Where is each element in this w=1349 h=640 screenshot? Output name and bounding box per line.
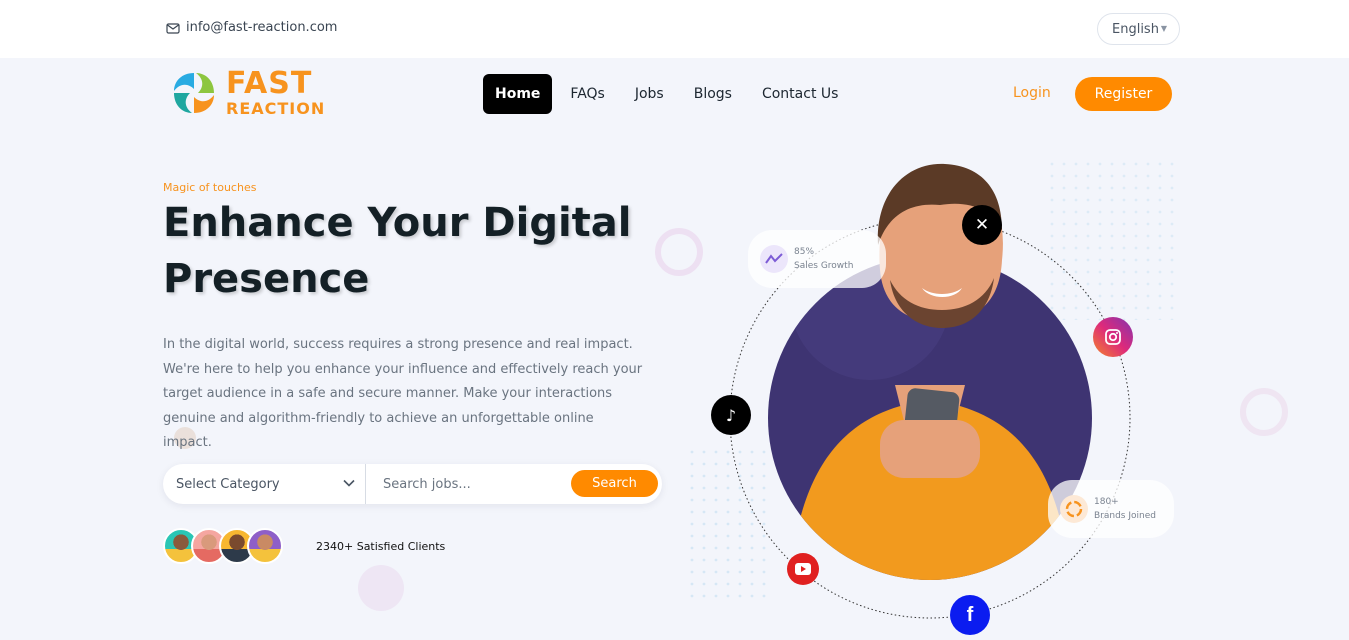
search-button[interactable]: Search	[571, 470, 658, 497]
hero-description: In the digital world, success requires a…	[163, 337, 643, 450]
language-select[interactable]: English ▼	[1097, 13, 1180, 45]
decorative-dot	[358, 565, 404, 611]
instagram-glyph	[1105, 329, 1121, 345]
nav-item-blogs[interactable]: Blogs	[682, 74, 744, 114]
decorative-ring	[1240, 388, 1288, 436]
client-avatars	[163, 528, 283, 564]
mail-icon	[166, 22, 180, 34]
language-label: English	[1112, 21, 1159, 37]
chevron-down-icon	[343, 479, 355, 487]
clients-count: 2340+ Satisfied Clients	[316, 539, 446, 553]
nav-item-home[interactable]: Home	[483, 74, 553, 114]
category-select-value: Select Category	[176, 476, 280, 492]
hero-eyebrow: Magic of touches	[163, 181, 257, 194]
youtube-glyph	[795, 563, 811, 575]
trend-icon	[760, 245, 788, 273]
nav-item-contact[interactable]: Contact Us	[750, 74, 850, 114]
brand-logo[interactable]: FAST REACTION	[170, 69, 325, 117]
orbit-graphic	[690, 160, 1180, 619]
facebook-icon[interactable]: f	[950, 595, 990, 635]
chevron-down-icon: ▼	[1160, 24, 1167, 33]
sales-growth-label: Sales Growth	[794, 261, 854, 271]
job-search-bar: Select Category Search	[163, 464, 662, 504]
main-nav: Home FAQs Jobs Blogs Contact Us	[483, 74, 856, 114]
nav-item-jobs[interactable]: Jobs	[623, 74, 676, 114]
hero-illustration: 85% Sales Growth 180+ Brands Joined ✕ ♪ …	[690, 150, 1210, 640]
login-link[interactable]: Login	[1013, 85, 1051, 101]
x-icon[interactable]: ✕	[962, 205, 1002, 245]
brand-name-line2: REACTION	[226, 99, 326, 118]
satisfied-clients: 2340+ Satisfied Clients	[163, 528, 445, 564]
brands-icon	[1060, 495, 1088, 523]
brand-name-line1: FAST	[226, 66, 313, 101]
top-bar: info@fast-reaction.com English ▼	[0, 0, 1349, 58]
hero-title: Enhance Your Digital Presence	[163, 195, 683, 307]
tiktok-icon[interactable]: ♪	[711, 395, 751, 435]
instagram-icon[interactable]	[1093, 317, 1133, 357]
brands-joined-card: 180+ Brands Joined	[1048, 480, 1174, 538]
sales-growth-value: 85%	[794, 247, 815, 257]
contact-email[interactable]: info@fast-reaction.com	[166, 20, 337, 35]
logo-mark-icon	[174, 73, 214, 113]
youtube-icon[interactable]	[787, 553, 819, 585]
sales-growth-card: 85% Sales Growth	[748, 230, 886, 288]
brands-joined-value: 180+	[1094, 497, 1119, 507]
avatar	[247, 528, 283, 564]
category-select[interactable]: Select Category	[163, 464, 366, 504]
brands-joined-label: Brands Joined	[1094, 511, 1156, 521]
nav-item-faqs[interactable]: FAQs	[558, 74, 616, 114]
register-button[interactable]: Register	[1075, 77, 1172, 111]
hero-title-line2: Presence	[163, 256, 370, 302]
hero-title-line1: Enhance Your Digital	[163, 200, 632, 246]
email-text: info@fast-reaction.com	[186, 20, 338, 35]
